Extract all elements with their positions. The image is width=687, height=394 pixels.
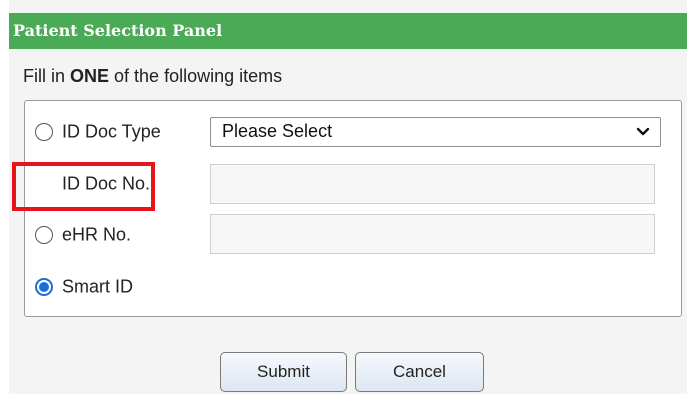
ehr-no-input[interactable] xyxy=(210,214,655,254)
instruction-text: Fill in ONE of the following items xyxy=(23,66,282,87)
id-doc-type-radio[interactable] xyxy=(35,123,53,141)
ehr-no-label: eHR No. xyxy=(62,224,132,245)
instruction-suffix: of the following items xyxy=(109,66,283,86)
page: Patient Selection Panel Fill in ONE of t… xyxy=(0,0,687,394)
left-margin xyxy=(0,0,9,394)
id-doc-type-select-value: Please Select xyxy=(222,121,333,141)
id-doc-type-row: ID Doc Type Please Select xyxy=(25,111,681,153)
smart-id-radio[interactable] xyxy=(35,278,53,296)
id-doc-type-label: ID Doc Type xyxy=(62,121,161,142)
chevron-down-icon xyxy=(636,127,650,136)
smart-id-highlight-box xyxy=(12,162,155,211)
smart-id-row: Smart ID xyxy=(25,266,681,308)
ehr-no-row: eHR No. xyxy=(25,214,681,256)
cancel-button[interactable]: Cancel xyxy=(355,352,484,392)
panel-title: Patient Selection Panel xyxy=(9,13,687,49)
id-doc-no-input[interactable] xyxy=(210,164,655,204)
submit-button[interactable]: Submit xyxy=(220,352,347,392)
instruction-prefix: Fill in xyxy=(23,66,71,86)
ehr-no-radio[interactable] xyxy=(35,226,53,244)
patient-selection-panel: Patient Selection Panel Fill in ONE of t… xyxy=(9,0,687,394)
instruction-emphasis: ONE xyxy=(70,66,110,86)
smart-id-label: Smart ID xyxy=(62,276,134,297)
id-doc-type-select[interactable]: Please Select xyxy=(210,117,661,147)
